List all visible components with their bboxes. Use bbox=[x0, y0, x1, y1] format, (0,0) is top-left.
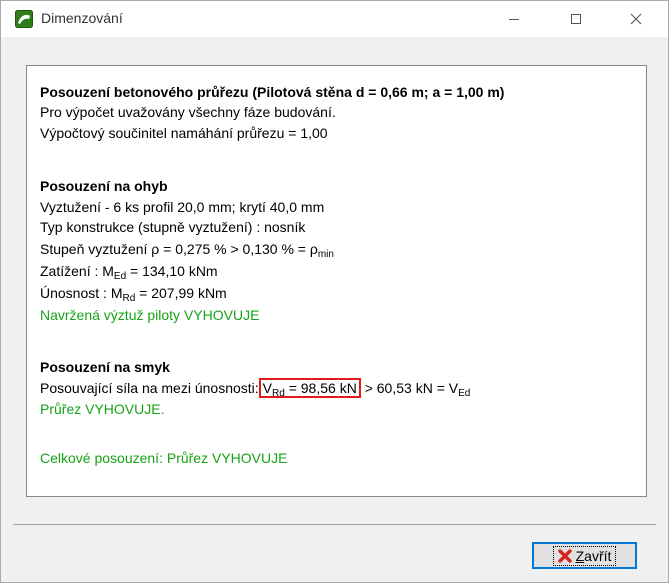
load-factor: Výpočtový součinitel namáhání průřezu = … bbox=[40, 125, 328, 141]
ved-sub: Ed bbox=[458, 388, 471, 399]
window-title: Dimenzování bbox=[41, 10, 123, 26]
shear-check: Posouvající síla na mezi únosnosti: VRd =… bbox=[40, 378, 471, 399]
phases-note: Pro výpočet uvažovány všechny fáze budov… bbox=[40, 104, 336, 120]
app-icon bbox=[15, 10, 33, 28]
footer-divider bbox=[13, 524, 656, 525]
maximize-icon bbox=[571, 14, 581, 24]
vrd-value: = 98,56 kN bbox=[284, 380, 357, 396]
bending-load: Zatížení : MEd = 134,10 kNm bbox=[40, 262, 218, 282]
shear-result: Průřez VYHOVUJE. bbox=[40, 401, 165, 417]
capacity-value: = 207,99 kNm bbox=[135, 285, 227, 301]
bending-construction-type: Typ konstrukce (stupně vyztužení) : nosn… bbox=[40, 219, 306, 235]
close-icon bbox=[630, 13, 642, 25]
overall-result: Celkové posouzení: Průřez VYHOVUJE bbox=[40, 450, 288, 466]
minimize-icon bbox=[509, 19, 519, 20]
bending-title: Posouzení na ohyb bbox=[40, 178, 168, 194]
load-prefix: Zatížení : M bbox=[40, 263, 114, 279]
close-label-rest: avřít bbox=[584, 547, 612, 564]
vrd-highlight: VRd = 98,56 kN bbox=[258, 378, 361, 399]
red-x-icon bbox=[557, 548, 572, 563]
bending-result: Navržená výztuž piloty VYHOVUJE bbox=[40, 307, 260, 323]
maximize-button[interactable] bbox=[553, 1, 599, 37]
dimensioning-dialog: Dimenzování Posouzení betonového průřezu… bbox=[0, 0, 669, 583]
bending-ratio-text: Stupeň vyztužení ρ = 0,275 % > 0,130 % =… bbox=[40, 241, 318, 257]
window-close-button[interactable] bbox=[613, 1, 659, 37]
title-bar[interactable]: Dimenzování bbox=[1, 1, 668, 37]
results-panel[interactable]: Posouzení betonového průřezu (Pilotová s… bbox=[26, 65, 647, 497]
close-button-label: Zavřít bbox=[576, 548, 612, 564]
vrd-symbol: V bbox=[262, 380, 273, 396]
shear-prefix: Posouvající síla na mezi únosnosti: bbox=[40, 380, 259, 396]
load-sub: Ed bbox=[113, 271, 127, 282]
bending-capacity: Únosnost : MRd = 207,99 kNm bbox=[40, 284, 227, 304]
bending-ratio: Stupeň vyztužení ρ = 0,275 % > 0,130 % =… bbox=[40, 240, 334, 260]
report-heading: Posouzení betonového průřezu (Pilotová s… bbox=[40, 84, 505, 100]
bending-reinforcement: Vyztužení - 6 ks profil 20,0 mm; krytí 4… bbox=[40, 199, 325, 215]
capacity-prefix: Únosnost : M bbox=[40, 285, 123, 301]
minimize-button[interactable] bbox=[491, 1, 537, 37]
shear-title: Posouzení na smyk bbox=[40, 359, 170, 375]
load-value: = 134,10 kNm bbox=[126, 263, 218, 279]
capacity-sub: Rd bbox=[122, 293, 136, 304]
close-button-content: Zavřít bbox=[552, 545, 617, 566]
close-dialog-button[interactable]: Zavřít bbox=[532, 542, 637, 569]
shear-compare: > 60,53 kN = V bbox=[360, 380, 459, 396]
vrd-sub: Rd bbox=[272, 388, 285, 399]
bending-ratio-sub: min bbox=[317, 249, 334, 260]
close-label-accel: Z bbox=[575, 547, 585, 564]
